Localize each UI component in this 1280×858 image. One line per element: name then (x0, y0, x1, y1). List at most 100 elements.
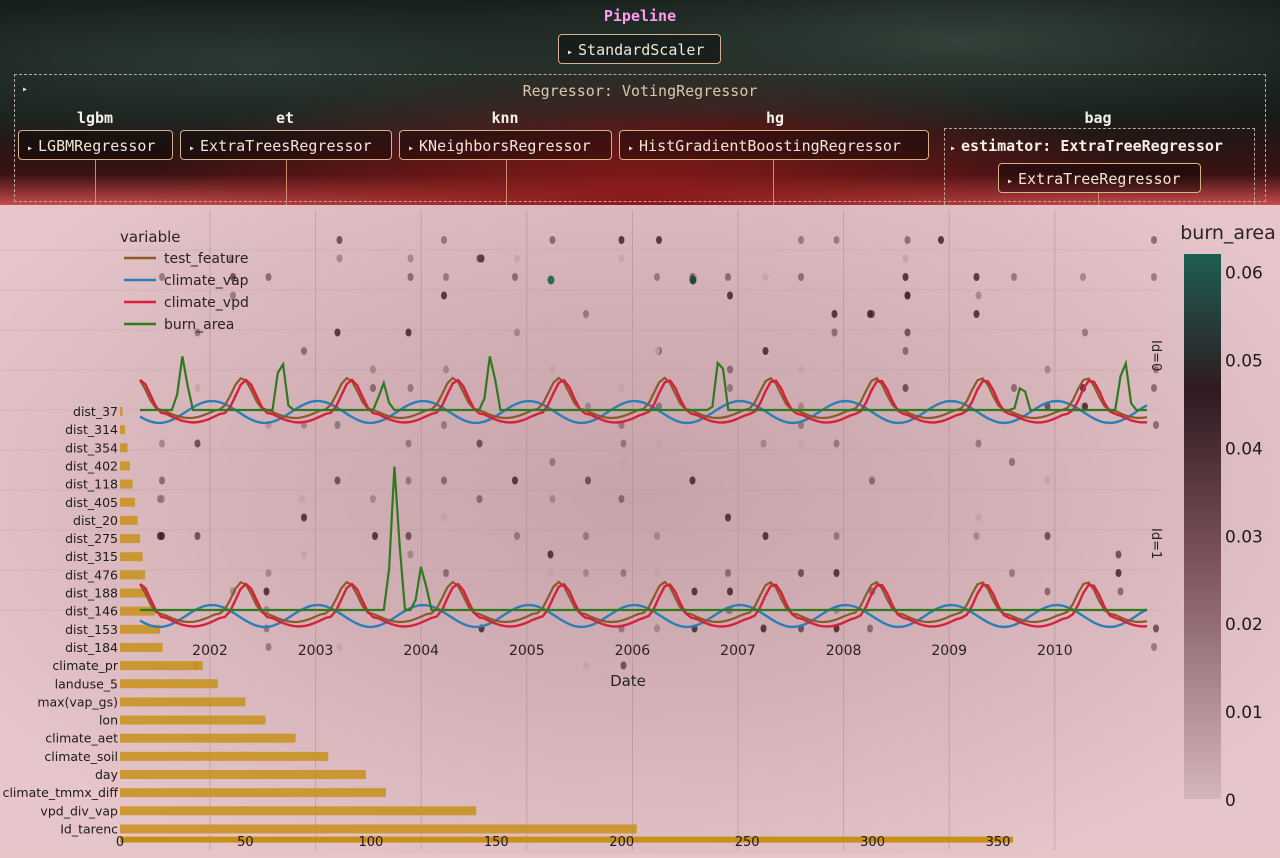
connector-line (95, 160, 96, 205)
scatter-point (407, 384, 414, 392)
scatter-point (1153, 624, 1159, 633)
line-layer (139, 356, 1148, 629)
scatter-point (798, 273, 804, 281)
colorbar-tick-label: 0.02 (1225, 615, 1263, 635)
kneighbors-regressor-box[interactable]: ▸ KNeighborsRegressor (399, 130, 612, 160)
scatter-point (370, 384, 376, 392)
bar-x-tick-label: 350 (986, 835, 1011, 850)
scatter-point (1009, 458, 1015, 466)
extra-trees-regressor-label: ExtraTreesRegressor (200, 137, 372, 155)
bar-dist-184 (120, 642, 163, 652)
bar-dist-405 (120, 497, 136, 507)
bar-x-tick-label: 300 (860, 835, 885, 850)
hist-gradient-boosting-regressor-box[interactable]: ▸ HistGradientBoostingRegressor (619, 130, 929, 160)
legend-title: variable (120, 228, 181, 246)
bar-category-label: dist_402 (65, 458, 118, 473)
scatter-point (904, 236, 911, 244)
legend-item-climate-vap[interactable]: climate_vap (164, 273, 249, 289)
bar-lon (120, 715, 266, 725)
scatter-point (157, 495, 163, 503)
scatter-point (762, 273, 769, 281)
bar-category-label: dist_153 (65, 622, 118, 637)
scatter-point (583, 310, 589, 318)
scatter-point (725, 273, 731, 281)
scatter-point (1117, 587, 1124, 596)
scatter-point (798, 365, 804, 374)
scatter-point (336, 236, 343, 244)
scatter-point (656, 236, 662, 244)
expand-arrow-icon: ▸ (408, 143, 415, 154)
connector-line (1098, 193, 1099, 205)
bar-category-label: dist_20 (73, 513, 118, 528)
bar-climate-pr (120, 661, 203, 671)
bar-category-label: dist_476 (65, 567, 118, 582)
scatter-point (549, 458, 556, 466)
extra-tree-regressor-box[interactable]: ▸ ExtraTreeRegressor (998, 163, 1201, 193)
scatter-point (1151, 643, 1157, 651)
scatter-point (1080, 273, 1086, 281)
legend-item-burn-area[interactable]: burn_area (164, 317, 234, 333)
connector-line (286, 160, 287, 205)
scatter-point (301, 513, 307, 522)
scatter-point (301, 550, 307, 559)
scatter-point (443, 273, 449, 281)
bar-dist-476 (120, 570, 146, 580)
scatter-point (441, 513, 447, 522)
scatter-point (407, 254, 414, 263)
colorbar-tick-label: 0.01 (1225, 703, 1263, 723)
scatter-point (514, 328, 520, 337)
bar-vpd-div-vap (120, 806, 477, 816)
bag-estimator-header[interactable]: ▸ estimator: ExtraTreeRegressor (950, 137, 1223, 155)
scatter-point (405, 476, 412, 485)
scatter-point (798, 236, 804, 244)
bar-dist-275 (120, 534, 141, 544)
scatter-point (1115, 569, 1122, 577)
bar-category-label: dist_118 (65, 477, 118, 492)
extra-tree-regressor-label: ExtraTreeRegressor (1018, 170, 1181, 188)
scatter-point (620, 458, 627, 466)
bar-category-label: dist_315 (65, 549, 118, 564)
bar-x-tick-label: 200 (609, 835, 634, 850)
bar-dist-315 (120, 552, 143, 562)
scatter-point (727, 365, 733, 374)
scatter-point (549, 365, 556, 374)
expand-arrow-icon: ▸ (567, 47, 574, 58)
scatter-point (336, 254, 343, 263)
scatter-point (334, 421, 341, 429)
scatter-point (973, 310, 980, 318)
colorbar-tick-label: 0.04 (1225, 439, 1263, 459)
scatter-point (973, 532, 980, 540)
scatter-point (902, 384, 909, 392)
x-tick-label: 2002 (192, 643, 228, 659)
scatter-point (405, 532, 412, 540)
scatter-point (1044, 587, 1051, 596)
legend-item-climate-vpd[interactable]: climate_vpd (164, 295, 249, 311)
colorbar-tick-label: 0.06 (1225, 264, 1263, 284)
bar-x-tick-label: 150 (484, 835, 509, 850)
standard-scaler-box[interactable]: ▸ StandardScaler (558, 34, 721, 64)
scatter-point (833, 236, 840, 244)
scatter-point (407, 273, 414, 281)
scatter-point (975, 513, 982, 522)
scatter-point (583, 532, 589, 540)
scatter-point (760, 439, 767, 448)
bar-category-label: dist_275 (65, 531, 118, 546)
lgbm-regressor-box[interactable]: ▸ LGBMRegressor (18, 130, 173, 160)
scatter-point (194, 532, 201, 540)
estimator-name-bag: bag (1084, 109, 1112, 127)
scatter-point (476, 439, 483, 448)
scatter-point (654, 273, 660, 281)
x-axis-label: Date (610, 672, 646, 690)
scatter-point (1009, 569, 1015, 577)
expand-arrow-icon: ▸ (628, 143, 635, 154)
scatter-point (336, 643, 343, 651)
legend-item-test-feature[interactable]: test_feature (164, 251, 248, 267)
bar-category-label: landuse_5 (55, 676, 118, 691)
scatter-point (159, 476, 165, 485)
scatter-point (1151, 384, 1157, 392)
voting-regressor-label: Regressor: VotingRegressor (522, 82, 758, 100)
bar-climate-soil (120, 751, 329, 761)
kneighbors-regressor-label: KNeighborsRegressor (419, 137, 591, 155)
facet-lines-0 (139, 356, 1148, 425)
extra-trees-regressor-box[interactable]: ▸ ExtraTreesRegressor (180, 130, 392, 160)
